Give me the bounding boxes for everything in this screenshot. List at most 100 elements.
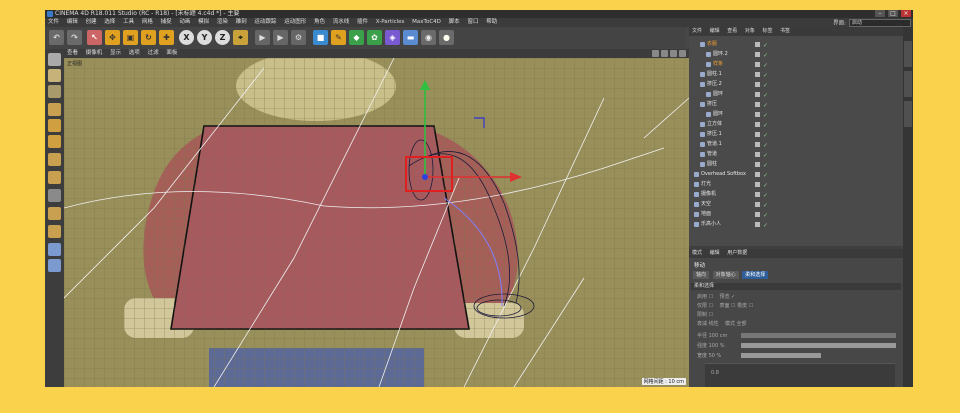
move-tool-icon[interactable]: ✥: [105, 30, 120, 45]
axis-mode-icon[interactable]: [48, 153, 61, 166]
layer-toggle-icon[interactable]: [755, 182, 760, 187]
enabled-check-icon[interactable]: ✓: [763, 221, 768, 230]
menu-tools[interactable]: 工具: [120, 18, 137, 27]
object-row[interactable]: 衣服 ✓: [689, 40, 903, 49]
menu-mesh[interactable]: 网格: [139, 18, 156, 27]
menu-sculpt[interactable]: 雕刻: [233, 18, 250, 27]
texture-mode-icon[interactable]: [48, 85, 61, 98]
attr-menu-edit[interactable]: 编辑: [707, 249, 723, 258]
model-mode-icon[interactable]: [48, 69, 61, 82]
z-axis-lock-button[interactable]: Z: [215, 30, 230, 45]
undo-icon[interactable]: ↶: [49, 30, 64, 45]
object-row[interactable]: 灯光 ✓: [689, 180, 903, 189]
attr-row-strength[interactable]: 强度 100 %: [697, 342, 724, 349]
toggle-views-icon[interactable]: [679, 50, 686, 57]
menu-select[interactable]: 选择: [101, 18, 118, 27]
close-button[interactable]: ×: [901, 10, 911, 17]
object-row[interactable]: 管道.1 ✓: [689, 140, 903, 149]
layer-toggle-icon[interactable]: [755, 192, 760, 197]
render-settings-icon[interactable]: ⚙: [291, 30, 306, 45]
viewport-menu-filter[interactable]: 过滤: [145, 49, 162, 58]
menu-pipeline[interactable]: 流水线: [330, 18, 353, 27]
rotate-tool-icon[interactable]: ↻: [141, 30, 156, 45]
render-view-icon[interactable]: ▶: [255, 30, 270, 45]
attr-row-restrict[interactable]: 限制 ☐: [697, 311, 713, 318]
layer-toggle-icon[interactable]: [755, 62, 760, 67]
attr-row-enable[interactable]: 启用 ☐ 预览 ✓: [697, 293, 735, 300]
minimize-button[interactable]: –: [875, 10, 885, 17]
menu-window[interactable]: 窗口: [464, 18, 481, 27]
layer-toggle-icon[interactable]: [755, 132, 760, 137]
layer-toggle-icon[interactable]: [755, 162, 760, 167]
object-row[interactable]: 天空 ✓: [689, 200, 903, 209]
floor-icon[interactable]: ▬: [403, 30, 418, 45]
object-row[interactable]: 圆环 ✓: [689, 110, 903, 119]
object-row[interactable]: 圆柱.1 ✓: [689, 70, 903, 79]
tab-object-axis[interactable]: 对象轴心: [712, 271, 739, 279]
side-tab-3[interactable]: [904, 101, 912, 127]
enabled-check-icon[interactable]: ✓: [763, 81, 768, 90]
object-row[interactable]: 管道 ✓: [689, 150, 903, 159]
attr-menu-mode[interactable]: 模式: [689, 249, 705, 258]
viewport-menu-cameras[interactable]: 摄像机: [83, 49, 106, 58]
layer-toggle-icon[interactable]: [755, 42, 760, 47]
layer-toggle-icon[interactable]: [755, 152, 760, 157]
object-row[interactable]: Overhead Softbox ✓: [689, 170, 903, 179]
pen-spline-icon[interactable]: ✎: [331, 30, 346, 45]
attr-row-width[interactable]: 宽度 50 %: [697, 352, 721, 359]
layer-toggle-icon[interactable]: [755, 122, 760, 127]
layer-toggle-icon[interactable]: [755, 222, 760, 227]
om-menu-tags[interactable]: 标签: [759, 27, 775, 36]
menu-animate[interactable]: 动画: [176, 18, 193, 27]
attr-row-falloff[interactable]: 衰减 线性 模式 全部: [697, 320, 747, 327]
recent-tools-icon[interactable]: ✚: [159, 30, 174, 45]
object-row[interactable]: 摄像机 ✓: [689, 190, 903, 199]
enabled-check-icon[interactable]: ✓: [763, 151, 768, 160]
enabled-check-icon[interactable]: ✓: [763, 181, 768, 190]
enabled-check-icon[interactable]: ✓: [763, 171, 768, 180]
menu-create[interactable]: 创建: [83, 18, 100, 27]
tab-soft-selection[interactable]: 柔和选择: [742, 271, 769, 279]
polygons-mode-icon[interactable]: [48, 135, 61, 148]
object-row[interactable]: 乐高小人 ✓: [689, 220, 903, 229]
side-tab-2[interactable]: [904, 71, 912, 97]
viewport-menu-display[interactable]: 显示: [107, 49, 124, 58]
maximize-button[interactable]: □: [888, 10, 898, 17]
object-row[interactable]: 圆环.2 ✓: [689, 50, 903, 59]
viewport-menu-view[interactable]: 查看: [64, 49, 81, 58]
object-row[interactable]: 地面 ✓: [689, 210, 903, 219]
enabled-check-icon[interactable]: ✓: [763, 101, 768, 110]
radius-slider[interactable]: [741, 333, 896, 338]
om-menu-view[interactable]: 查看: [724, 27, 740, 36]
layer-toggle-icon[interactable]: [755, 142, 760, 147]
layer-browser-icon[interactable]: [48, 243, 61, 256]
coordinate-system-icon[interactable]: ⌖: [233, 30, 248, 45]
menu-file[interactable]: 文件: [45, 18, 62, 27]
enabled-check-icon[interactable]: ✓: [763, 51, 768, 60]
redo-icon[interactable]: ↷: [67, 30, 82, 45]
layout-dropdown[interactable]: 启动: [849, 19, 911, 27]
object-row[interactable]: 圆柱 ✓: [689, 160, 903, 169]
enabled-check-icon[interactable]: ✓: [763, 161, 768, 170]
menu-character[interactable]: 角色: [311, 18, 328, 27]
object-row[interactable]: 样条 ✓: [689, 60, 903, 69]
camera-icon[interactable]: ◉: [421, 30, 436, 45]
layer-toggle-icon[interactable]: [755, 52, 760, 57]
menu-motion-tracking[interactable]: 运动跟踪: [251, 18, 279, 27]
menu-x-particles[interactable]: X-Particles: [373, 18, 408, 27]
y-axis-lock-button[interactable]: Y: [197, 30, 212, 45]
cube-object-icon[interactable]: ■: [313, 30, 328, 45]
layer-toggle-icon[interactable]: [755, 72, 760, 77]
layer-toggle-icon[interactable]: [755, 92, 760, 97]
om-menu-edit[interactable]: 编辑: [707, 27, 723, 36]
enabled-check-icon[interactable]: ✓: [763, 201, 768, 210]
scale-tool-icon[interactable]: ▣: [123, 30, 138, 45]
falloff-graph[interactable]: 0.8: [705, 363, 895, 387]
viewport-menu-panel[interactable]: 面板: [163, 49, 180, 58]
tab-axis[interactable]: 轴向: [693, 271, 710, 279]
enabled-check-icon[interactable]: ✓: [763, 41, 768, 50]
enabled-check-icon[interactable]: ✓: [763, 61, 768, 70]
object-row[interactable]: 挤压 ✓: [689, 100, 903, 109]
layer-toggle-icon[interactable]: [755, 202, 760, 207]
object-row[interactable]: 立方体 ✓: [689, 120, 903, 129]
